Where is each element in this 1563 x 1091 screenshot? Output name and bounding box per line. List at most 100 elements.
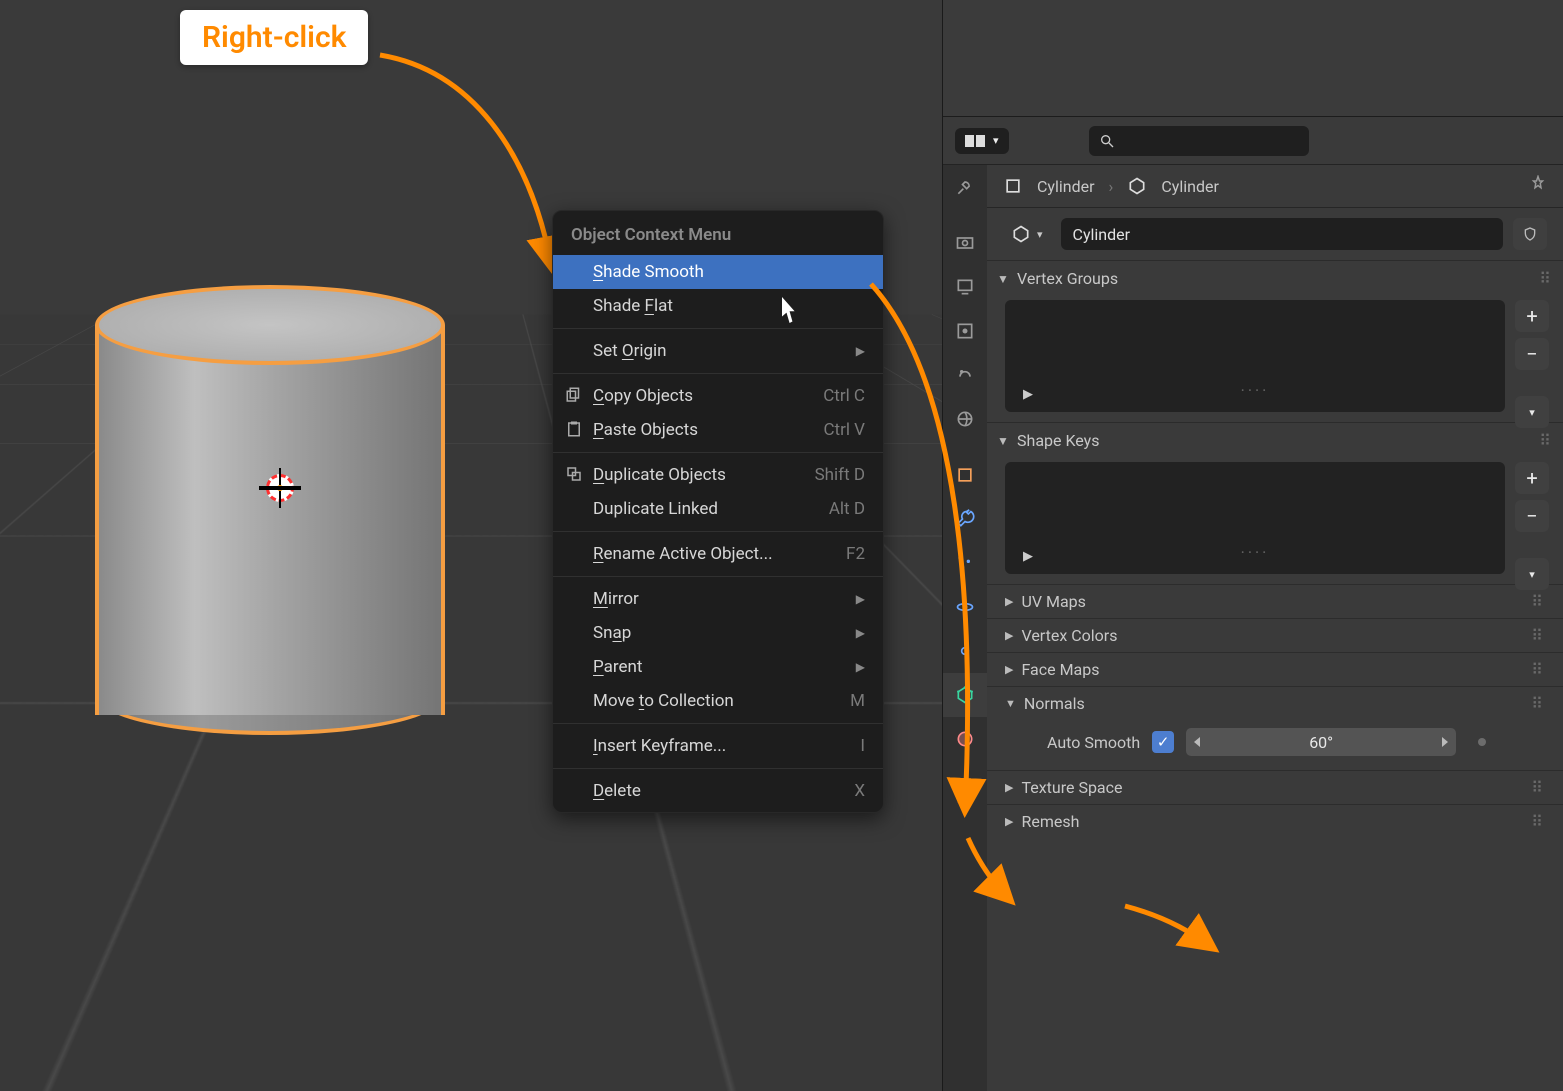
tab-physics[interactable] <box>943 585 987 629</box>
menu-copy-objects[interactable]: Copy Objects Ctrl C <box>553 379 883 413</box>
properties-search-input[interactable] <box>1089 126 1309 156</box>
expand-icon[interactable]: ▶ <box>1023 549 1033 564</box>
chevron-right-icon: › <box>1109 177 1114 196</box>
mesh-data-icon <box>1127 176 1147 196</box>
tab-render[interactable] <box>943 221 987 265</box>
mesh-datablock-dropdown[interactable]: ▾ <box>1003 220 1051 248</box>
properties-region: ▾ Cy <box>942 0 1563 1091</box>
menu-duplicate-linked[interactable]: Duplicate Linked Alt D <box>553 492 883 526</box>
drag-dots-icon[interactable]: ⠿ <box>1531 660 1545 679</box>
menu-separator <box>553 373 883 374</box>
section-face-maps[interactable]: ▶ Face Maps ⠿ <box>987 652 1563 686</box>
header-strip <box>943 0 1563 117</box>
tab-constraints[interactable] <box>943 629 987 673</box>
drag-dots-icon[interactable]: ⠿ <box>1531 694 1545 713</box>
datablock-row: ▾ Cylinder <box>987 208 1563 260</box>
menu-shortcut: M <box>850 691 865 711</box>
menu-separator <box>553 723 883 724</box>
tab-view-layer[interactable] <box>943 309 987 353</box>
section-title: Shape Keys <box>1017 431 1100 450</box>
section-remesh[interactable]: ▶ Remesh ⠿ <box>987 804 1563 838</box>
display-dropdown[interactable]: ▾ <box>955 128 1009 154</box>
disclosure-triangle-icon: ▼ <box>1005 697 1016 710</box>
remove-button[interactable]: − <box>1515 500 1549 532</box>
specials-menu-button[interactable]: ▾ <box>1515 558 1549 590</box>
menu-parent[interactable]: Parent▶ <box>553 650 883 684</box>
drag-dots-icon[interactable]: ⠿ <box>1539 431 1553 450</box>
menu-insert-keyframe[interactable]: Insert Keyframe... I <box>553 729 883 763</box>
search-icon <box>1099 133 1115 149</box>
tab-scene[interactable] <box>943 353 987 397</box>
right-click-callout: Right-click <box>180 10 368 65</box>
section-vertex-groups[interactable]: ▼ Vertex Groups ⠿ <box>987 260 1563 296</box>
tab-object[interactable] <box>943 453 987 497</box>
tab-mesh-data[interactable] <box>943 673 987 717</box>
menu-shortcut: Ctrl V <box>823 420 865 440</box>
resize-dots-icon[interactable]: ···· <box>1241 543 1270 562</box>
menu-shade-flat[interactable]: Shade Flat <box>553 289 883 323</box>
auto-smooth-angle-value: 60° <box>1309 733 1333 752</box>
menu-separator <box>553 531 883 532</box>
shape-keys-list[interactable]: ▶ ···· <box>1005 462 1505 574</box>
pin-icon[interactable] <box>1529 175 1547 197</box>
chevron-right-icon: ▶ <box>1005 815 1013 828</box>
auto-smooth-angle-input[interactable]: 60° <box>1186 728 1456 756</box>
tab-particles[interactable] <box>943 541 987 585</box>
auto-smooth-checkbox[interactable]: ✓ <box>1152 731 1174 753</box>
drag-dots-icon[interactable]: ⠿ <box>1531 592 1545 611</box>
menu-mirror[interactable]: Mirror▶ <box>553 582 883 616</box>
mesh-data-icon <box>1011 224 1031 244</box>
remove-button[interactable]: − <box>1515 338 1549 370</box>
menu-separator <box>553 576 883 577</box>
menu-paste-objects[interactable]: Paste Objects Ctrl V <box>553 413 883 447</box>
menu-snap[interactable]: Snap▶ <box>553 616 883 650</box>
add-button[interactable]: + <box>1515 300 1549 332</box>
cylinder-top <box>95 285 445 365</box>
breadcrumb-data[interactable]: Cylinder <box>1161 177 1219 196</box>
properties-panel: Cylinder › Cylinder ▾ Cylinder <box>987 165 1563 1091</box>
chevron-right-icon: ▶ <box>1005 595 1013 608</box>
section-uv-maps[interactable]: ▶ UV Maps ⠿ <box>987 584 1563 618</box>
menu-shortcut: Ctrl C <box>823 386 865 406</box>
section-shape-keys[interactable]: ▼ Shape Keys ⠿ <box>987 422 1563 458</box>
properties-tabs <box>943 165 987 1091</box>
tab-modifiers[interactable] <box>943 497 987 541</box>
tab-world[interactable] <box>943 397 987 441</box>
section-vertex-colors[interactable]: ▶ Vertex Colors ⠿ <box>987 618 1563 652</box>
tab-output[interactable] <box>943 265 987 309</box>
section-texture-space[interactable]: ▶ Texture Space ⠿ <box>987 770 1563 804</box>
normals-body: Auto Smooth ✓ 60° <box>987 720 1563 770</box>
menu-move-to-collection[interactable]: Move to Collection M <box>553 684 883 718</box>
section-normals[interactable]: ▼ Normals ⠿ <box>987 686 1563 720</box>
breadcrumb: Cylinder › Cylinder <box>987 165 1563 208</box>
menu-duplicate-objects[interactable]: Duplicate Objects Shift D <box>553 458 883 492</box>
add-button[interactable]: + <box>1515 462 1549 494</box>
fake-user-button[interactable] <box>1513 218 1547 250</box>
menu-rename-active[interactable]: Rename Active Object... F2 <box>553 537 883 571</box>
mesh-name-input[interactable]: Cylinder <box>1061 218 1503 250</box>
specials-menu-button[interactable]: ▾ <box>1515 396 1549 428</box>
tab-texture[interactable] <box>943 773 987 817</box>
viewport-3d[interactable]: Right-click Object Context Menu Shade Sm… <box>0 0 942 1091</box>
menu-delete[interactable]: Delete X <box>553 774 883 808</box>
shield-icon <box>1522 226 1538 242</box>
animate-dot-icon[interactable] <box>1478 738 1486 746</box>
menu-set-origin[interactable]: Set Origin▶ <box>553 334 883 368</box>
tab-material[interactable] <box>943 717 987 761</box>
mesh-name-value: Cylinder <box>1073 225 1131 244</box>
drag-dots-icon[interactable]: ⠿ <box>1539 269 1553 288</box>
drag-dots-icon[interactable]: ⠿ <box>1531 812 1545 831</box>
object-icon <box>1003 176 1023 196</box>
expand-icon[interactable]: ▶ <box>1023 387 1033 402</box>
section-title: Remesh <box>1021 812 1079 831</box>
vertex-groups-list[interactable]: ▶ ···· <box>1005 300 1505 412</box>
disclosure-triangle-icon: ▼ <box>997 434 1009 448</box>
paste-icon <box>565 420 585 440</box>
drag-dots-icon[interactable]: ⠿ <box>1531 778 1545 797</box>
menu-shade-smooth[interactable]: Shade Smooth <box>553 255 883 289</box>
breadcrumb-object[interactable]: Cylinder <box>1037 177 1095 196</box>
menu-separator <box>553 328 883 329</box>
resize-dots-icon[interactable]: ···· <box>1241 381 1270 400</box>
tab-tool[interactable] <box>943 165 987 209</box>
drag-dots-icon[interactable]: ⠿ <box>1531 626 1545 645</box>
